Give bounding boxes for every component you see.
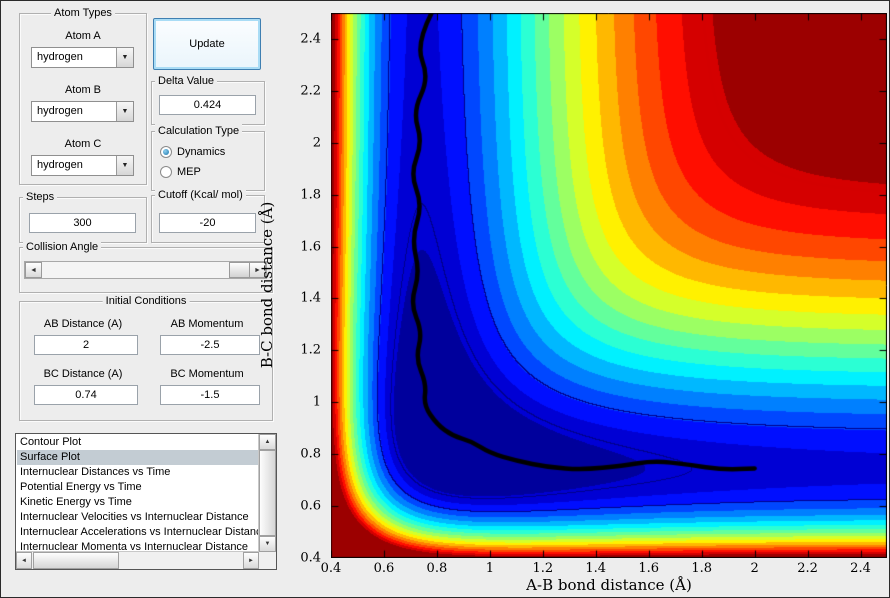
list-item-internuclear-velocities[interactable]: Internuclear Velocities vs Internuclear … bbox=[17, 510, 259, 525]
atom-c-dropdown[interactable]: hydrogen ▼ bbox=[31, 155, 134, 176]
x-axis-ticks: 0.4 0.6 0.8 1 1.2 1.4 1.6 1.8 2 2.2 2.4 bbox=[321, 561, 887, 577]
update-button[interactable]: Update bbox=[153, 18, 261, 70]
list-item-contour-plot[interactable]: Contour Plot bbox=[17, 435, 259, 450]
x-tick-label: 1.4 bbox=[585, 561, 607, 576]
x-tick-label: 2.4 bbox=[850, 561, 871, 576]
mep-radio[interactable]: MEP bbox=[160, 165, 201, 179]
bc-momentum-field[interactable] bbox=[160, 385, 260, 405]
calculation-type-title: Calculation Type bbox=[155, 124, 243, 138]
y-tick-label: 1 bbox=[312, 394, 321, 410]
atom-c-value: hydrogen bbox=[37, 159, 83, 171]
collision-angle-slider[interactable]: ◄ ► bbox=[24, 261, 267, 279]
scroll-right-icon[interactable]: ► bbox=[243, 552, 259, 569]
atom-types-title: Atom Types bbox=[51, 6, 115, 20]
vertical-scroll-thumb[interactable] bbox=[259, 450, 276, 536]
plot-type-listbox[interactable]: Contour Plot Surface Plot Internuclear D… bbox=[15, 433, 277, 570]
x-tick-label: 2 bbox=[750, 561, 759, 576]
x-axis-label: A-B bond distance (Å) bbox=[526, 576, 692, 594]
ab-distance-field[interactable] bbox=[34, 335, 138, 355]
mep-radio-label: MEP bbox=[177, 166, 201, 178]
y-tick-label: 2.2 bbox=[300, 83, 321, 99]
vertical-scrollbar[interactable]: ▲ ▼ bbox=[258, 434, 276, 552]
x-tick-label: 1.8 bbox=[691, 561, 712, 576]
y-tick-label: 1.6 bbox=[300, 239, 321, 255]
cutoff-field[interactable] bbox=[159, 213, 256, 233]
dynamics-radio-label: Dynamics bbox=[177, 146, 226, 158]
plot-type-list: Contour Plot Surface Plot Internuclear D… bbox=[17, 435, 259, 552]
atom-b-label: Atom B bbox=[64, 84, 102, 96]
horizontal-scrollbar[interactable]: ◄ ► bbox=[16, 551, 259, 569]
y-tick-label: 2 bbox=[312, 135, 321, 151]
calculation-type-panel: Calculation Type Dynamics MEP bbox=[151, 124, 265, 191]
x-tick-label: 0.8 bbox=[426, 561, 448, 576]
initial-conditions-title: Initial Conditions bbox=[102, 294, 190, 308]
bc-momentum-label: BC Momentum bbox=[170, 368, 244, 380]
radio-icon bbox=[160, 166, 172, 178]
radio-icon bbox=[160, 146, 172, 158]
chevron-down-icon[interactable]: ▼ bbox=[116, 156, 133, 175]
x-tick-label: 1 bbox=[485, 561, 494, 576]
atom-a-dropdown[interactable]: hydrogen ▼ bbox=[31, 47, 134, 68]
y-tick-label: 0.8 bbox=[300, 446, 321, 462]
y-tick-label: 1.8 bbox=[300, 187, 321, 203]
delta-value-panel: Delta Value bbox=[151, 74, 265, 125]
contour-plot-canvas bbox=[331, 13, 887, 558]
atom-b-value: hydrogen bbox=[37, 105, 83, 117]
cutoff-panel: Cutoff (Kcal/ mol) bbox=[151, 188, 265, 243]
y-axis-label: B-C bond distance (Å) bbox=[258, 201, 276, 369]
atom-b-dropdown[interactable]: hydrogen ▼ bbox=[31, 101, 134, 122]
atom-a-value: hydrogen bbox=[37, 51, 83, 63]
x-tick-label: 1.6 bbox=[638, 561, 660, 576]
x-tick-label: 1.2 bbox=[532, 561, 554, 576]
y-tick-label: 1.4 bbox=[300, 290, 321, 306]
initial-conditions-panel: Initial Conditions AB Distance (A) AB Mo… bbox=[19, 294, 273, 421]
dynamics-radio[interactable]: Dynamics bbox=[160, 145, 225, 159]
pes-contour-plot bbox=[331, 13, 887, 558]
y-tick-label: 2.4 bbox=[300, 31, 321, 47]
y-axis-ticks: 0.4 0.6 0.8 1 1.2 1.4 1.6 1.8 2 2.2 2.4 bbox=[291, 13, 325, 565]
steps-panel: Steps bbox=[19, 190, 147, 243]
steps-title: Steps bbox=[23, 190, 58, 204]
scroll-down-icon[interactable]: ▼ bbox=[259, 536, 276, 552]
delta-value-field[interactable] bbox=[159, 95, 256, 115]
chevron-down-icon[interactable]: ▼ bbox=[116, 102, 133, 121]
y-tick-label: 0.4 bbox=[300, 550, 321, 566]
collision-angle-title: Collision Angle bbox=[23, 240, 102, 254]
list-item-potential-energy[interactable]: Potential Energy vs Time bbox=[17, 480, 259, 495]
atom-c-label: Atom C bbox=[64, 138, 102, 150]
slider-left-arrow-icon[interactable]: ◄ bbox=[25, 262, 42, 278]
y-tick-label: 0.6 bbox=[300, 498, 321, 514]
list-item-kinetic-energy[interactable]: Kinetic Energy vs Time bbox=[17, 495, 259, 510]
cutoff-title: Cutoff (Kcal/ mol) bbox=[155, 188, 246, 202]
scroll-left-icon[interactable]: ◄ bbox=[16, 552, 32, 569]
bc-distance-label: BC Distance (A) bbox=[43, 368, 123, 380]
list-item-surface-plot[interactable]: Surface Plot bbox=[17, 450, 259, 465]
app-window: Atom Types Atom A hydrogen ▼ Atom B hydr… bbox=[0, 0, 890, 598]
collision-angle-panel: Collision Angle ◄ ► bbox=[19, 240, 273, 293]
y-tick-label: 1.2 bbox=[300, 342, 321, 358]
slider-thumb[interactable] bbox=[229, 262, 251, 278]
atom-types-panel: Atom Types Atom A hydrogen ▼ Atom B hydr… bbox=[19, 6, 147, 185]
ab-distance-label: AB Distance (A) bbox=[43, 318, 123, 330]
atom-a-label: Atom A bbox=[65, 30, 101, 42]
horizontal-scroll-thumb[interactable] bbox=[33, 552, 119, 569]
x-tick-label: 0.4 bbox=[320, 561, 342, 576]
scrollbar-corner bbox=[259, 552, 276, 569]
ab-momentum-field[interactable] bbox=[160, 335, 260, 355]
x-tick-label: 2.2 bbox=[797, 561, 818, 576]
list-item-internuclear-accelerations[interactable]: Internuclear Accelerations vs Internucle… bbox=[17, 525, 259, 540]
chevron-down-icon[interactable]: ▼ bbox=[116, 48, 133, 67]
scroll-up-icon[interactable]: ▲ bbox=[259, 434, 276, 450]
steps-field[interactable] bbox=[29, 213, 136, 233]
bc-distance-field[interactable] bbox=[34, 385, 138, 405]
ab-momentum-label: AB Momentum bbox=[170, 318, 244, 330]
x-tick-label: 0.6 bbox=[373, 561, 395, 576]
delta-value-title: Delta Value bbox=[155, 74, 218, 88]
list-item-internuclear-distances[interactable]: Internuclear Distances vs Time bbox=[17, 465, 259, 480]
